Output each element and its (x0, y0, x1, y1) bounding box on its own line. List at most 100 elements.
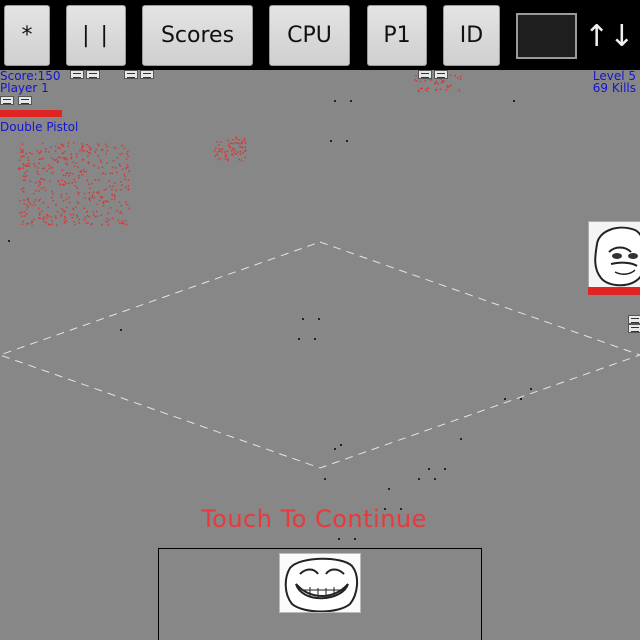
blood-speck (106, 217, 108, 220)
blood-speck (35, 189, 37, 192)
blood-speck (20, 151, 22, 153)
color-swatch-button[interactable] (516, 13, 577, 59)
blood-speck (78, 218, 80, 221)
blood-speck (113, 198, 116, 200)
debris (504, 398, 506, 400)
top-toolbar: * | | Scores CPU P1 ID ↑↓ (0, 0, 640, 70)
blood-speck (18, 168, 20, 171)
blood-speck (114, 182, 116, 184)
blood-speck (108, 219, 110, 221)
debris (334, 100, 336, 102)
blood-speck (19, 212, 21, 214)
sort-arrows-icon[interactable]: ↑↓ (584, 20, 634, 54)
blood-speck (59, 147, 61, 149)
blood-speck (227, 145, 230, 147)
blood-speck (106, 145, 109, 148)
blood-speck (68, 196, 70, 199)
blood-speck (120, 212, 123, 215)
blood-speck (116, 171, 118, 174)
blood-speck (23, 215, 26, 217)
blood-speck (63, 199, 65, 202)
blood-speck (96, 191, 98, 194)
blood-speck (57, 147, 60, 149)
star-button[interactable]: * (4, 5, 50, 66)
blood-speck (115, 167, 117, 169)
blood-speck (38, 180, 40, 183)
p1-button[interactable]: P1 (367, 5, 427, 66)
blood-speck (76, 155, 78, 158)
blood-speck (31, 224, 33, 226)
blood-speck (75, 153, 78, 155)
blood-speck (29, 180, 31, 183)
blood-speck (65, 198, 68, 201)
blood-speck (239, 143, 241, 145)
blood-speck (24, 175, 26, 178)
blood-speck (92, 211, 94, 213)
debris (330, 140, 332, 142)
blood-speck (45, 217, 48, 219)
blood-speck (65, 157, 67, 160)
touch-to-continue-text[interactable]: Touch To Continue (0, 505, 628, 533)
blood-speck (51, 223, 53, 225)
blood-speck (244, 156, 247, 159)
blood-speck (238, 139, 240, 141)
blood-speck (34, 182, 37, 184)
blood-speck (74, 181, 76, 183)
blood-speck (221, 151, 224, 153)
debris (350, 100, 352, 102)
blood-speck (27, 159, 30, 161)
blood-speck (128, 207, 130, 210)
blood-speck (88, 145, 90, 148)
cpu-button[interactable]: CPU (269, 5, 350, 66)
blood-speck (39, 212, 41, 214)
blood-speck (38, 190, 40, 192)
blood-speck (90, 223, 92, 226)
blood-speck (65, 182, 67, 185)
blood-speck (45, 221, 47, 224)
blood-speck (64, 210, 66, 212)
blood-speck (31, 204, 33, 207)
blood-speck (120, 222, 123, 224)
debris (8, 240, 10, 242)
blood-speck (415, 75, 417, 77)
blood-speck (215, 147, 217, 149)
blood-speck (216, 154, 219, 157)
me-gusta-face-icon (588, 221, 640, 295)
blood-speck (91, 196, 93, 198)
blood-speck (218, 148, 220, 150)
blood-speck (100, 197, 103, 199)
blood-speck (118, 222, 121, 224)
blood-speck (54, 159, 56, 161)
blood-speck (442, 81, 444, 83)
life-icon (0, 96, 14, 105)
blood-speck (38, 207, 40, 210)
pause-button[interactable]: | | (66, 5, 126, 66)
blood-speck (236, 141, 238, 144)
blood-speck (23, 172, 26, 174)
blood-speck (87, 155, 89, 157)
debris (434, 478, 436, 480)
blood-speck (98, 191, 101, 193)
blood-speck (239, 153, 242, 155)
blood-speck (218, 144, 220, 146)
blood-speck (214, 149, 216, 152)
blood-speck (232, 139, 234, 141)
blood-speck (54, 150, 57, 152)
blood-speck (50, 215, 52, 218)
blood-speck (52, 158, 55, 161)
game-field[interactable]: Score:150 Player 1 Double Pistol Level 5… (0, 70, 640, 640)
id-button[interactable]: ID (443, 5, 500, 66)
blood-speck (40, 150, 42, 152)
blood-speck (424, 79, 426, 82)
blood-speck (234, 142, 236, 144)
blood-speck (104, 173, 107, 175)
blood-speck (50, 172, 53, 175)
blood-speck (31, 222, 33, 224)
blood-speck (22, 190, 24, 193)
player-label: Player 1 (0, 81, 49, 95)
scores-button[interactable]: Scores (142, 5, 253, 66)
blood-speck (125, 186, 127, 188)
blood-speck (455, 91, 457, 92)
debris (388, 488, 390, 490)
blood-speck (61, 152, 64, 155)
